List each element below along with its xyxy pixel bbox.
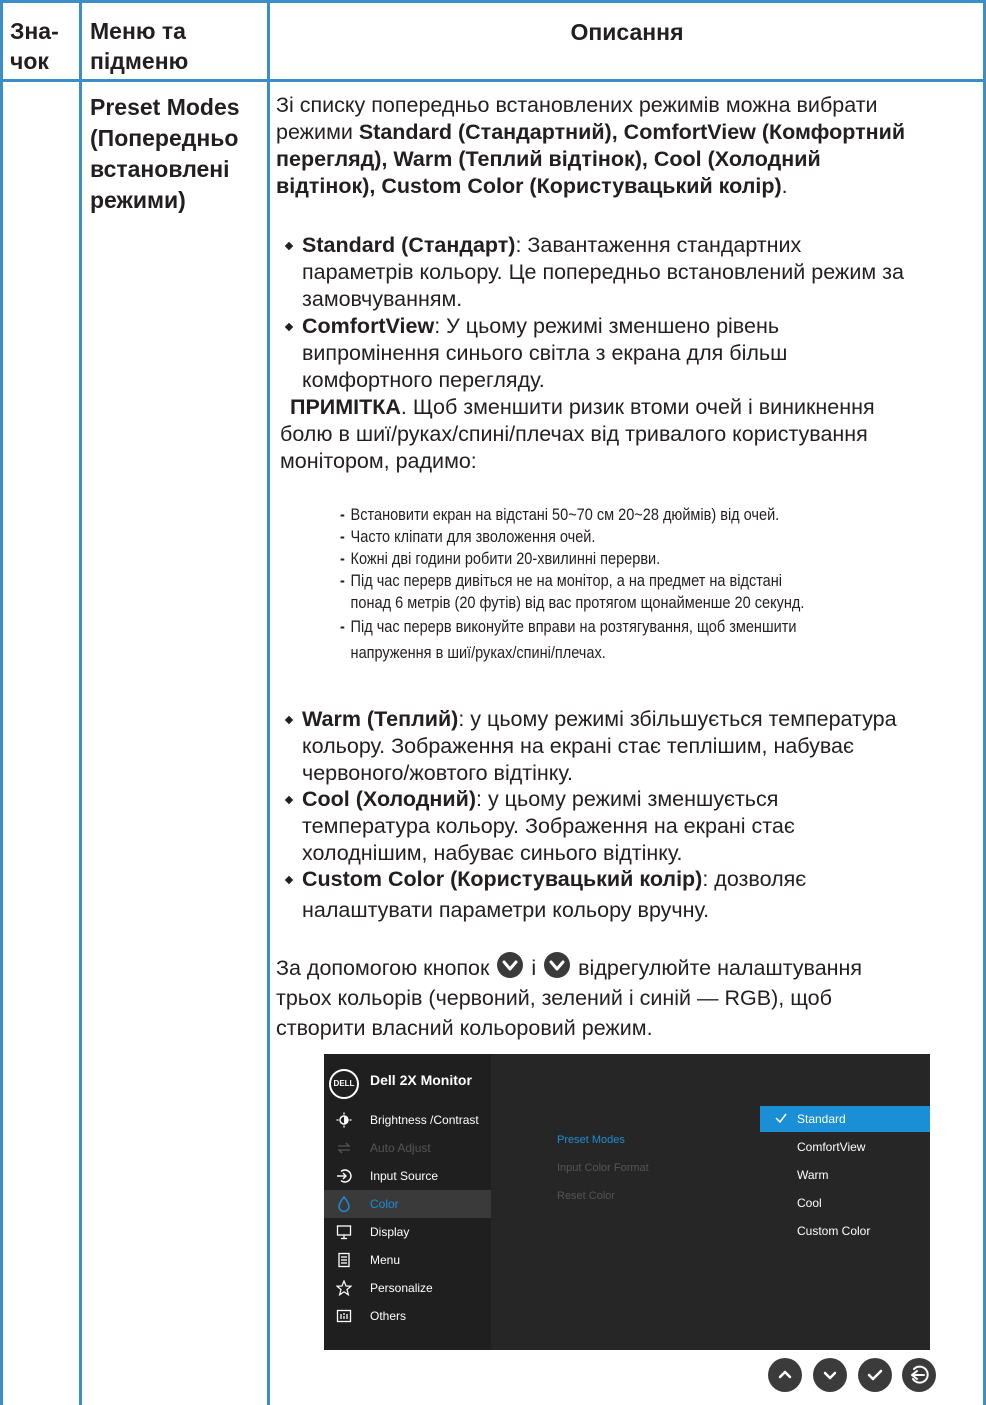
brightness-icon bbox=[336, 1112, 352, 1128]
confirm-button[interactable] bbox=[858, 1358, 892, 1392]
tip-item: - Під час перерв виконуйте вправи на розт… bbox=[340, 618, 797, 636]
tip-item: - Встановити екран на відстані 50~70 см 2… bbox=[340, 506, 780, 524]
star-icon bbox=[336, 1280, 352, 1296]
bullet-line: ComfortView: У цьому режимі зменшено рів… bbox=[302, 314, 780, 338]
intro-line: перегляд), Warm (Теплий відтінок), Cool … bbox=[276, 147, 821, 171]
bullet-line: Warm (Теплий): у цьому режимі збільшуєть… bbox=[302, 707, 897, 731]
osd-menu-input-source[interactable]: Input Source bbox=[324, 1162, 491, 1190]
submenu-line4: режими) bbox=[90, 187, 186, 213]
bullet-cool: Cool (Холодний): у цьому режимі зменшуєт… bbox=[284, 786, 976, 867]
bullet-line: замовчуванням. bbox=[302, 287, 463, 311]
header-menu-column: Меню та підменю bbox=[90, 16, 270, 76]
others-icon bbox=[336, 1309, 352, 1323]
header-menu-line2: підменю bbox=[90, 48, 189, 74]
tip-item-continued: напруження в шиї/руках/спині/плечах. bbox=[350, 644, 606, 662]
table-top-border bbox=[0, 0, 986, 3]
check-icon bbox=[867, 1369, 883, 1381]
bullet-comfortview: ComfortView: У цьому режимі зменшено рів… bbox=[284, 313, 976, 394]
intro-line: відтінок), Custom Color (Користувацький … bbox=[276, 174, 788, 198]
dell-logo: DELL bbox=[329, 1069, 359, 1099]
nav-line: створити власний кольоровий режим. bbox=[276, 1016, 653, 1040]
bullet-standard: Standard (Стандарт): Завантаження станда… bbox=[284, 232, 976, 313]
header-description-column: Описання bbox=[570, 19, 684, 45]
auto-adjust-icon bbox=[337, 1142, 351, 1154]
bullet-line: Standard (Стандарт): Завантаження станда… bbox=[302, 233, 802, 257]
display-icon bbox=[336, 1225, 352, 1240]
chevron-down-icon bbox=[823, 1371, 837, 1380]
tip-item: - Під час перерв дивіться не на монітор, … bbox=[340, 572, 783, 590]
note-line: болю в шиї/руках/спині/плечах від тривал… bbox=[280, 422, 868, 446]
input-source-icon bbox=[337, 1169, 352, 1183]
header-bottom-border bbox=[0, 79, 986, 82]
note-paragraph: ПРИМІТКА. Щоб зменшити ризик втоми очей … bbox=[280, 394, 980, 475]
submenu-name: Preset Modes (Попередньо встановлені реж… bbox=[90, 92, 268, 216]
bullet-dot bbox=[284, 715, 294, 725]
osd-menu-menu[interactable]: Menu bbox=[324, 1246, 491, 1274]
header-icon-line1: Зна- bbox=[10, 18, 59, 44]
tip-item: - Часто кліпати для зволоження очей. bbox=[340, 528, 596, 546]
column-divider-1 bbox=[79, 0, 82, 1405]
osd-menu-others[interactable]: Others bbox=[324, 1302, 491, 1330]
bullet-line: Custom Color (Користувацький колір): доз… bbox=[302, 867, 807, 891]
nav-paragraph: За допомогою кнопок і відрегулюйте налаш… bbox=[276, 952, 976, 1043]
osd-submenu-input-color-format[interactable]: Input Color Format bbox=[557, 1162, 649, 1174]
up-button[interactable] bbox=[768, 1358, 802, 1392]
osd-option-cool[interactable]: Cool bbox=[760, 1190, 930, 1216]
osd-menu-personalize[interactable]: Personalize bbox=[324, 1274, 491, 1302]
bullet-line: випромінення синього світла з екрана для… bbox=[302, 341, 788, 365]
bullet-line: температура кольору. Зображення на екран… bbox=[302, 814, 795, 838]
tips-list: - Встановити екран на відстані 50~70 см 2… bbox=[340, 504, 903, 664]
down-arrow-button-icon bbox=[544, 952, 571, 978]
osd-title: Dell 2X Monitor bbox=[370, 1072, 472, 1088]
header-icon-line2: чок bbox=[10, 48, 49, 74]
header-menu-line1: Меню та bbox=[90, 18, 186, 44]
bullet-line: Cool (Холодний): у цьому режимі зменшуєт… bbox=[302, 787, 779, 811]
tip-item: - Кожні дві години робити 20-хвилинні пер… bbox=[340, 550, 661, 568]
osd-menu-color[interactable]: Color bbox=[324, 1190, 491, 1218]
bullet-line: параметрів кольору. Це попередньо встано… bbox=[302, 260, 904, 284]
header-icon-column: Зна- чок bbox=[10, 16, 76, 76]
bullet-dot bbox=[284, 875, 294, 885]
tip-item-continued: понад 6 метрів (20 футів) від вас протяг… bbox=[350, 594, 805, 612]
submenu-line2: (Попередньо bbox=[90, 125, 239, 151]
osd-submenu-reset-color[interactable]: Reset Color bbox=[557, 1190, 615, 1202]
intro-line: Зі списку попередньо встановлених режимі… bbox=[276, 93, 878, 117]
bullet-line: кольору. Зображення на екрані стає теплі… bbox=[302, 734, 854, 758]
osd-option-custom-color[interactable]: Custom Color bbox=[760, 1218, 930, 1244]
intro-paragraph: Зі списку попередньо встановлених режимі… bbox=[276, 92, 976, 200]
color-icon bbox=[338, 1196, 350, 1212]
note-line: монітором, радимо: bbox=[280, 449, 477, 473]
down-arrow-button-icon bbox=[497, 952, 524, 978]
bullet-dot bbox=[284, 795, 294, 805]
bullet-line: червоного/жовтого відтінку. bbox=[302, 761, 573, 785]
submenu-line3: встановлені bbox=[90, 156, 230, 182]
bullet-dot bbox=[284, 241, 294, 251]
osd-option-standard[interactable]: Standard bbox=[760, 1106, 930, 1132]
bullet-line: налаштувати параметри кольору вручну. bbox=[302, 898, 710, 922]
osd-menu-brightness[interactable]: Brightness /Contrast bbox=[324, 1106, 491, 1134]
nav-line: За допомогою кнопок і відрегулюйте налаш… bbox=[276, 952, 976, 983]
down-button[interactable] bbox=[813, 1358, 847, 1392]
nav-line: трьох кольорів (червоний, зелений і сині… bbox=[276, 986, 832, 1010]
chevron-up-icon bbox=[778, 1370, 792, 1379]
intro-line: режими Standard (Стандартний), ComfortVi… bbox=[276, 120, 906, 144]
bullet-line: комфортного перегляду. bbox=[302, 368, 545, 392]
bullet-line: холоднішим, набуває синього відтінку. bbox=[302, 841, 683, 865]
bullet-custom-color: Custom Color (Користувацький колір): доз… bbox=[284, 866, 976, 924]
osd-menu-screenshot: DELL Dell 2X Monitor Brightness /Contras… bbox=[324, 1054, 930, 1350]
back-icon bbox=[911, 1365, 929, 1384]
osd-submenu-preset-modes[interactable]: Preset Modes bbox=[557, 1134, 625, 1146]
check-icon bbox=[775, 1113, 787, 1124]
table-left-border bbox=[0, 0, 3, 1405]
menu-icon bbox=[338, 1252, 350, 1268]
osd-menu-auto-adjust[interactable]: Auto Adjust bbox=[324, 1134, 491, 1162]
osd-option-comfortview[interactable]: ComfortView bbox=[760, 1134, 930, 1160]
bullet-warm: Warm (Теплий): у цьому режимі збільшуєть… bbox=[284, 706, 976, 787]
osd-menu-display[interactable]: Display bbox=[324, 1218, 491, 1246]
note-line: ПРИМІТКА. Щоб зменшити ризик втоми очей … bbox=[290, 395, 875, 419]
bullet-dot bbox=[284, 322, 294, 332]
osd-option-warm[interactable]: Warm bbox=[760, 1162, 930, 1188]
submenu-line1: Preset Modes bbox=[90, 94, 240, 120]
back-button[interactable] bbox=[902, 1358, 936, 1392]
